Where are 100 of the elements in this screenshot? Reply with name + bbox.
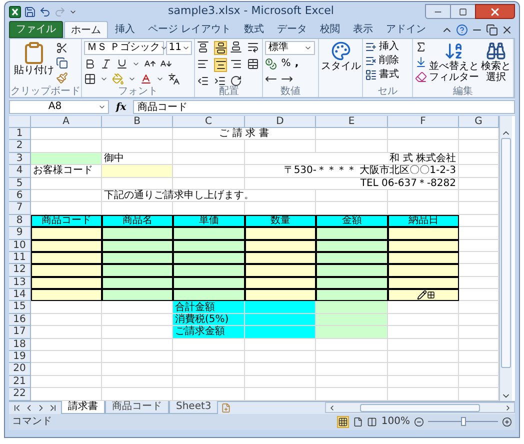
scrollbar-thumb[interactable] <box>360 404 480 412</box>
grid-cell[interactable] <box>388 314 459 326</box>
filled-cell[interactable] <box>173 276 245 290</box>
merge-cells-icon[interactable] <box>246 58 259 70</box>
grid-cell[interactable] <box>388 363 459 376</box>
row-header[interactable]: 20 <box>9 363 31 376</box>
grid-cell[interactable] <box>173 376 245 388</box>
italic-icon[interactable] <box>100 58 112 70</box>
grid-cell[interactable] <box>245 338 316 352</box>
ribbon-tab[interactable]: ページ レイアウト <box>142 21 238 38</box>
paste-button[interactable]: 貼り付け <box>12 41 56 76</box>
currency-icon[interactable] <box>265 58 278 70</box>
comma-button[interactable]: , <box>294 58 299 70</box>
align-left-icon[interactable] <box>197 58 210 70</box>
filled-cell[interactable] <box>102 240 173 252</box>
scroll-right-icon[interactable] <box>504 404 512 412</box>
filled-cell[interactable] <box>102 264 173 277</box>
filled-cell[interactable] <box>316 289 388 302</box>
insert-button[interactable]: 挿入 <box>365 41 400 53</box>
percent-button[interactable]: % <box>281 58 291 70</box>
grid-cell[interactable] <box>388 326 459 339</box>
filled-cell[interactable]: 消費税(5%) <box>173 314 245 326</box>
filled-cell[interactable] <box>245 227 316 240</box>
zoom-in-icon[interactable] <box>502 416 512 427</box>
align-middle-icon[interactable] <box>214 42 227 54</box>
grid-cell[interactable] <box>31 326 102 339</box>
grid-cell[interactable] <box>31 178 102 190</box>
fill-icon[interactable] <box>415 56 427 68</box>
autosum-icon[interactable] <box>415 41 427 53</box>
filled-cell[interactable] <box>31 227 102 240</box>
grid-cell[interactable] <box>316 140 388 153</box>
grid-cell[interactable]: 和 式 株式会社 <box>245 152 459 166</box>
grid-cell[interactable] <box>388 190 459 202</box>
row-header[interactable]: 17 <box>9 326 31 339</box>
find-select-button[interactable]: 検索と 選択 <box>481 41 511 83</box>
filled-cell[interactable] <box>245 264 316 277</box>
filled-cell[interactable]: 合計金額 <box>173 301 245 314</box>
filled-cell[interactable] <box>388 227 459 240</box>
column-header[interactable]: D <box>245 116 316 128</box>
decrease-indent-icon[interactable] <box>197 75 210 87</box>
filled-cell[interactable] <box>173 240 245 252</box>
sheet-tab[interactable]: Sheet3 <box>169 401 218 414</box>
filled-cell[interactable] <box>102 289 173 302</box>
column-header[interactable]: A <box>31 116 102 128</box>
ribbon-tab[interactable]: 表示 <box>347 21 380 38</box>
file-tab[interactable]: ファイル <box>9 21 63 38</box>
sheet-tab[interactable]: 商品コード <box>105 401 169 414</box>
filled-cell[interactable] <box>173 289 245 302</box>
format-button[interactable]: 書式 <box>365 69 400 81</box>
filled-cell[interactable] <box>316 276 388 290</box>
copy-icon[interactable] <box>56 57 68 69</box>
align-bottom-icon[interactable] <box>230 41 242 53</box>
row-header[interactable]: 18 <box>9 338 31 352</box>
filled-cell[interactable] <box>245 276 316 290</box>
format-painter-icon[interactable] <box>56 72 68 84</box>
grid-cell[interactable] <box>173 140 245 153</box>
grid-cell[interactable]: ご 請 求 書 <box>173 128 316 140</box>
normal-view-icon[interactable] <box>338 416 348 427</box>
grid-cell[interactable] <box>31 376 102 388</box>
grid-cell[interactable] <box>316 128 388 140</box>
column-header[interactable]: E <box>316 116 388 128</box>
grid-cell[interactable] <box>316 376 388 388</box>
vertical-scrollbar[interactable] <box>499 116 512 401</box>
borders-icon[interactable] <box>84 73 96 85</box>
ribbon-tab[interactable]: アドイン <box>380 21 432 38</box>
column-header[interactable]: F <box>388 116 459 128</box>
row-header[interactable]: 4 <box>9 165 31 178</box>
row-header[interactable]: 2 <box>9 140 31 153</box>
column-header[interactable]: G <box>459 116 499 128</box>
row-header[interactable]: 7 <box>9 202 31 215</box>
close-button[interactable] <box>475 4 515 19</box>
bold-icon[interactable] <box>84 58 96 70</box>
name-box[interactable]: A8 <box>9 100 109 114</box>
filled-cell[interactable] <box>245 289 316 302</box>
ribbon-tab[interactable]: ホーム <box>64 21 108 38</box>
page-layout-view-icon[interactable] <box>353 416 364 427</box>
filled-cell[interactable] <box>316 252 388 264</box>
grid-cell[interactable] <box>173 178 245 190</box>
sheet-tab[interactable]: 請求書 <box>61 401 105 414</box>
filled-cell[interactable] <box>102 227 173 240</box>
row-header[interactable]: 3 <box>9 152 31 166</box>
insert-function-label[interactable]: fx <box>112 100 130 114</box>
page-break-view-icon[interactable] <box>367 416 378 427</box>
grid-cell[interactable] <box>102 376 173 388</box>
filled-cell[interactable] <box>173 252 245 264</box>
scroll-left-icon[interactable] <box>328 404 336 412</box>
close-icon[interactable] <box>501 24 513 36</box>
increase-indent-icon[interactable] <box>214 75 226 87</box>
grid-cell[interactable] <box>388 376 459 388</box>
ribbon-tab[interactable]: 数式 <box>238 21 270 38</box>
grid-cell[interactable] <box>388 140 459 153</box>
scrollbar-thumb[interactable] <box>501 138 511 368</box>
filled-cell[interactable] <box>31 264 102 277</box>
grid-cell[interactable]: TEL 06-637＊-8282 <box>245 178 459 190</box>
ribbon-tab[interactable]: 校閲 <box>314 21 346 38</box>
caret-icon[interactable] <box>100 75 108 83</box>
grid-cell[interactable] <box>102 351 173 364</box>
filled-cell[interactable] <box>388 289 459 302</box>
align-center-icon[interactable] <box>214 59 227 71</box>
filled-cell[interactable] <box>102 252 173 264</box>
